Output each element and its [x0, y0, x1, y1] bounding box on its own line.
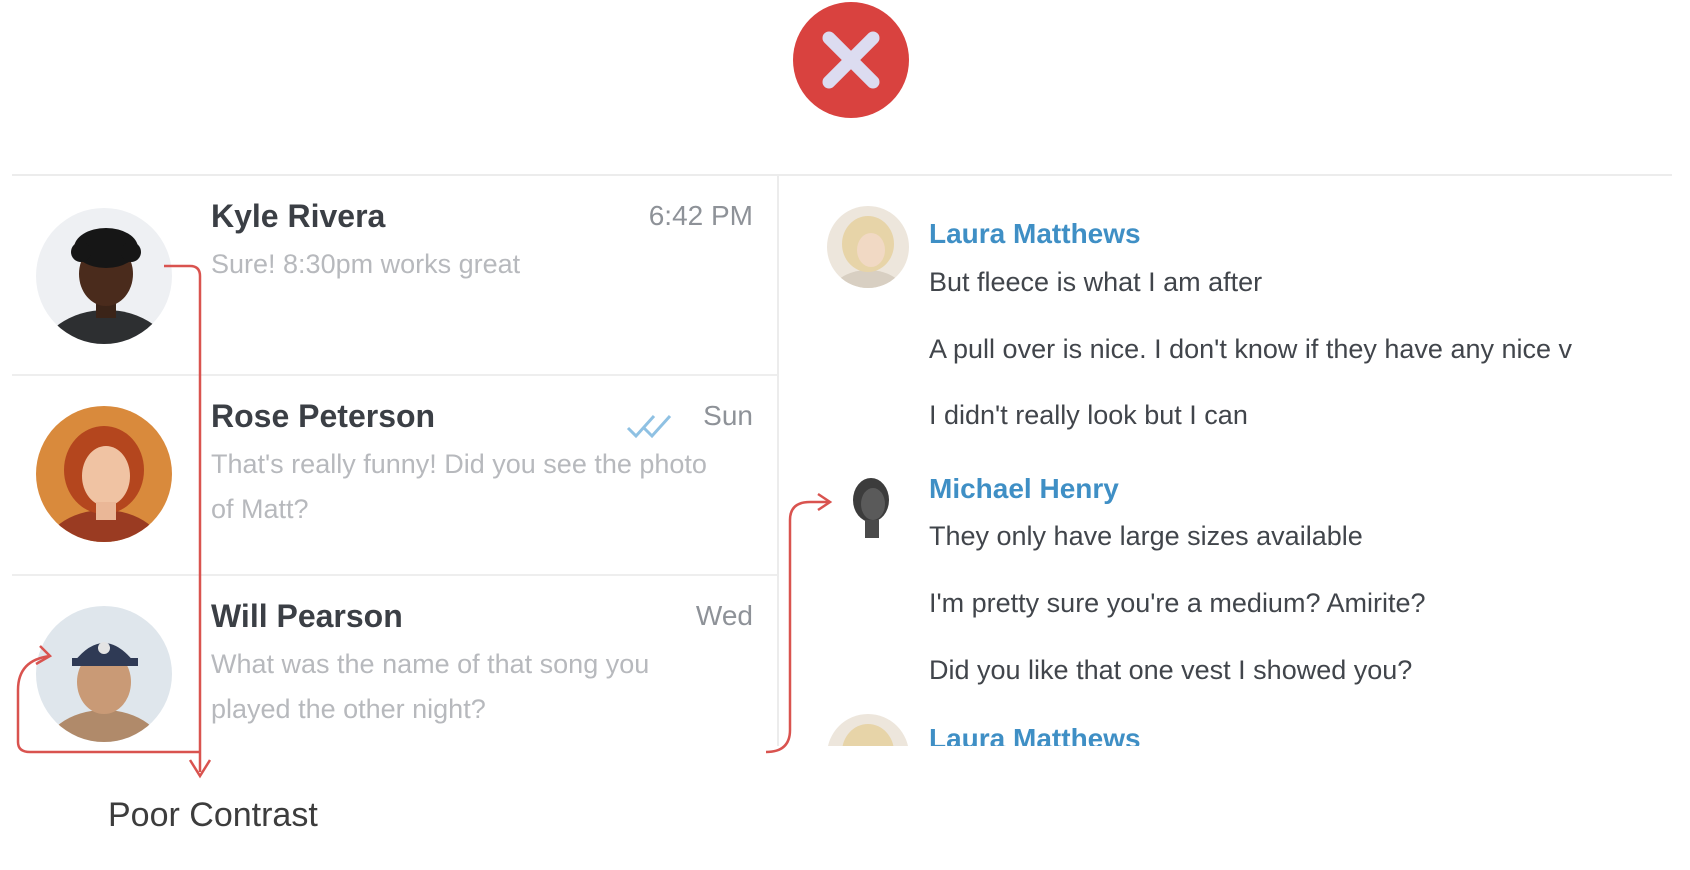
avatar	[827, 460, 909, 542]
message: Did you like that one vest I showed you?	[929, 655, 1413, 685]
annotation-caption: Poor Contrast	[108, 796, 318, 834]
conversation-item-kyle-rivera[interactable]: Kyle Rivera 6:42 PM Sure! 8:30pm works g…	[12, 176, 777, 376]
conversation-list: Kyle Rivera 6:42 PM Sure! 8:30pm works g…	[12, 176, 779, 746]
sender-name[interactable]: Michael Henry	[929, 473, 1119, 505]
conversation-item-will-pearson[interactable]: Will Pearson Wed What was the name of th…	[12, 576, 777, 746]
avatar	[827, 206, 909, 288]
message: A pull over is nice. I don't know if the…	[929, 334, 1573, 364]
double-check-icon	[626, 414, 672, 439]
conversation-item-rose-peterson[interactable]: Rose Peterson Sun That's really funny! D…	[12, 376, 777, 576]
message: I'm pretty sure you're a medium? Amirite…	[929, 588, 1426, 618]
messenger-panel: Kyle Rivera 6:42 PM Sure! 8:30pm works g…	[12, 174, 1672, 746]
conversation-name: Will Pearson	[211, 598, 403, 634]
conversation-preview: What was the name of that song you playe…	[211, 649, 650, 724]
message: I didn't really look but I can	[929, 400, 1248, 430]
sender-name[interactable]: Laura Matthews	[929, 218, 1141, 250]
conversation-name: Kyle Rivera	[211, 198, 386, 234]
conversation-preview: Sure! 8:30pm works great	[211, 249, 521, 279]
chat-thread: Laura Matthews But fleece is what I am a…	[779, 176, 1672, 746]
avatar	[36, 208, 172, 344]
sender-name[interactable]: Laura Matthews	[929, 723, 1141, 746]
error-badge	[793, 2, 909, 118]
message: But fleece is what I am after	[929, 267, 1263, 297]
avatar	[36, 606, 172, 742]
conversation-time: 6:42 PM	[648, 200, 753, 231]
message: They only have large sizes available	[929, 521, 1363, 551]
close-icon	[822, 31, 880, 89]
conversation-preview: That's really funny! Did you see the pho…	[211, 449, 707, 524]
conversation-time: Wed	[695, 600, 753, 631]
conversation-time: Sun	[703, 400, 753, 431]
avatar	[827, 714, 909, 746]
avatar	[36, 406, 172, 542]
conversation-name: Rose Peterson	[211, 398, 436, 434]
